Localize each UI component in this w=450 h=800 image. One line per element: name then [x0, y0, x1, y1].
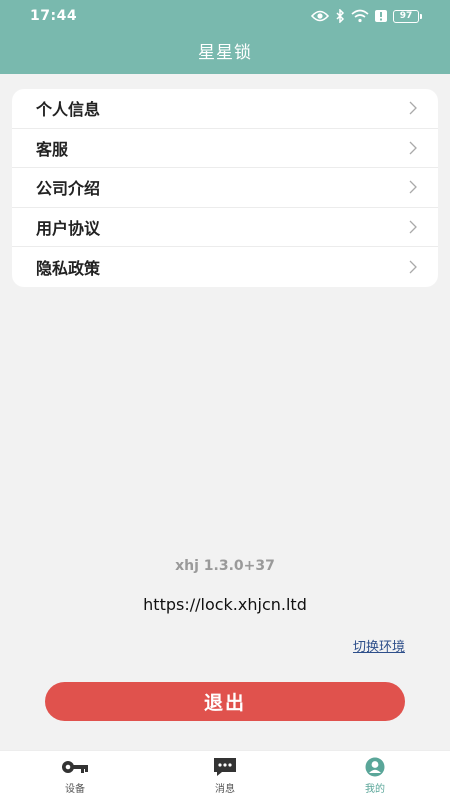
menu-item-customer-service[interactable]: 客服 [12, 129, 438, 169]
menu-item-label: 客服 [36, 139, 69, 159]
status-bar: 17:44 97 [0, 0, 450, 32]
server-url: https://lock.xhjcn.ltd [143, 595, 307, 614]
menu-item-label: 用户协议 [36, 219, 101, 239]
menu-item-user-agreement[interactable]: 用户协议 [12, 208, 438, 248]
wifi-icon [351, 9, 369, 23]
menu-item-label: 隐私政策 [36, 259, 101, 279]
chevron-right-icon [409, 101, 417, 115]
page-title: 星星锁 [198, 43, 252, 63]
user-icon [365, 757, 385, 776]
tab-messages[interactable]: 消息 [150, 757, 300, 795]
logout-button[interactable]: 退出 [45, 682, 405, 721]
app-header: 17:44 97 星星锁 [0, 0, 450, 74]
chevron-right-icon [409, 260, 417, 274]
menu-item-label: 个人信息 [36, 100, 101, 120]
message-icon [214, 757, 236, 776]
status-icons: 97 [311, 9, 422, 23]
bottom-tab-bar: 设备 消息 我的 [0, 750, 450, 800]
chevron-right-icon [409, 220, 417, 234]
switch-environment-link[interactable]: 切换环境 [353, 636, 405, 655]
chevron-right-icon [409, 181, 417, 194]
tab-devices[interactable]: 设备 [0, 757, 150, 795]
tab-label: 设备 [65, 783, 85, 795]
battery-icon: 97 [393, 9, 422, 23]
menu-item-personal-info[interactable]: 个人信息 [12, 89, 438, 129]
menu-list: 个人信息 客服 公司介绍 用户协议 隐私政策 [12, 89, 438, 287]
tab-label: 我的 [365, 783, 385, 795]
tab-mine[interactable]: 我的 [300, 757, 450, 795]
menu-item-label: 公司介绍 [36, 179, 101, 199]
battery-level: 97 [393, 9, 419, 23]
menu-item-company-intro[interactable]: 公司介绍 [12, 168, 438, 208]
status-time: 17:44 [30, 8, 78, 24]
menu-item-privacy-policy[interactable]: 隐私政策 [12, 247, 438, 287]
alert-icon [375, 10, 387, 22]
eye-icon [311, 10, 329, 22]
bluetooth-icon [336, 9, 345, 23]
chevron-right-icon [409, 141, 417, 155]
app-version: xhj 1.3.0+37 [175, 558, 275, 574]
tab-label: 消息 [215, 783, 235, 795]
key-icon [62, 760, 88, 773]
